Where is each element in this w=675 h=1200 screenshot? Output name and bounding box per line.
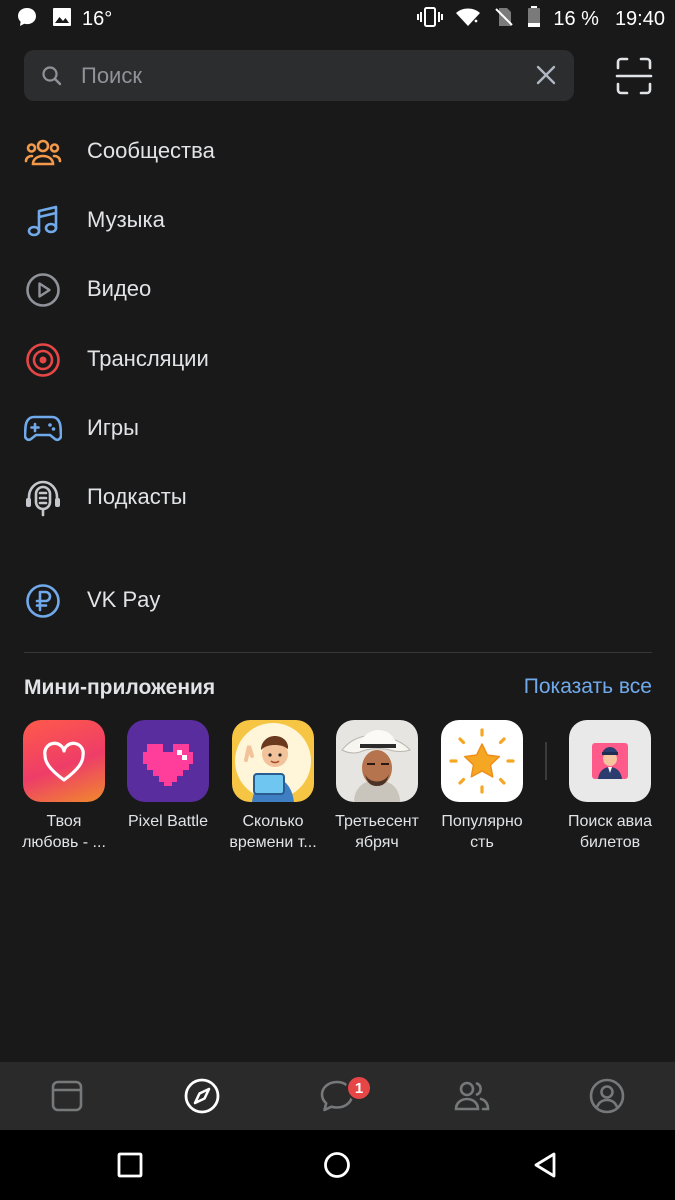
play-circle-icon	[24, 272, 62, 308]
mini-app-love[interactable]: Твоя любовь - ...	[12, 720, 116, 853]
vibrate-icon	[417, 6, 444, 33]
search-input[interactable]	[79, 56, 523, 96]
home-button[interactable]	[320, 1150, 354, 1184]
profile-icon[interactable]	[587, 1076, 627, 1116]
circle-icon	[323, 1151, 351, 1184]
pilot-icon	[569, 720, 651, 802]
menu-item-video[interactable]: Видео	[0, 258, 675, 320]
menu-item-vk-pay[interactable]: VK Pay	[0, 569, 675, 631]
podcast-icon	[24, 480, 62, 517]
heart-icon	[23, 720, 105, 802]
broadcast-icon	[24, 342, 62, 378]
menu-item-games[interactable]: Игры	[0, 397, 675, 459]
chat-notification-icon	[16, 6, 38, 33]
clock: 19:40	[614, 8, 665, 30]
battery-percent: 16 %	[553, 8, 599, 30]
mini-app-flights[interactable]: Поиск авиа билетов	[558, 720, 662, 853]
search-icon	[40, 64, 64, 93]
communities-icon	[24, 134, 62, 170]
wifi-icon	[455, 6, 481, 33]
menu-item-label: Видео	[87, 276, 152, 301]
mini-app-september[interactable]: Третьесент ябряч	[325, 720, 429, 853]
search-bar[interactable]	[24, 50, 574, 101]
square-icon	[117, 1152, 143, 1183]
menu-item-label: Трансляции	[87, 346, 209, 371]
system-nav-bar	[0, 1130, 675, 1200]
mini-app-label: Третьесент ябряч	[335, 813, 419, 851]
ruble-coin-icon	[24, 583, 62, 619]
no-sim-icon	[493, 6, 515, 33]
image-notification-icon	[52, 7, 72, 32]
explore-compass-icon[interactable]	[182, 1076, 222, 1116]
cartoon-boy-icon	[232, 720, 314, 802]
messages-badge: 1	[346, 1075, 372, 1101]
mini-app-label: Сколько времени т...	[229, 813, 317, 851]
friends-icon[interactable]	[452, 1076, 492, 1116]
qr-scan-button[interactable]	[612, 54, 656, 98]
mini-app-label: Pixel Battle	[127, 813, 209, 830]
battery-icon	[527, 6, 541, 33]
mini-apps-row: Твоя любовь - ... Pixel Battle Сколько в…	[0, 720, 675, 870]
menu-item-podcasts[interactable]: Подкасты	[0, 466, 675, 528]
star-icon	[441, 720, 523, 802]
pixel-heart-icon	[127, 720, 209, 802]
menu-item-communities[interactable]: Сообщества	[0, 120, 675, 182]
menu-item-label: Подкасты	[87, 484, 187, 509]
mini-app-pixel-battle[interactable]: Pixel Battle	[116, 720, 220, 832]
mini-app-popularity[interactable]: Популярно сть	[430, 720, 534, 853]
menu-item-music[interactable]: Музыка	[0, 189, 675, 251]
recent-apps-button[interactable]	[113, 1150, 147, 1184]
back-triangle-icon	[532, 1151, 558, 1184]
mini-app-label: Твоя любовь - ...	[22, 813, 106, 851]
temperature-text: 16°	[82, 8, 113, 30]
back-button[interactable]	[528, 1150, 562, 1184]
mini-apps-title: Мини-приложения	[24, 676, 216, 699]
apps-separator	[545, 742, 547, 780]
singer-photo-icon	[336, 720, 418, 802]
menu-item-label: Игры	[87, 415, 139, 440]
mini-app-label: Популярно сть	[441, 813, 523, 851]
status-bar: 16° 16 % 19:40	[0, 0, 675, 36]
show-all-link[interactable]: Показать все	[524, 675, 652, 699]
menu-item-label: VK Pay	[87, 587, 161, 612]
mini-app-time[interactable]: Сколько времени т...	[221, 720, 325, 853]
qr-scan-icon	[612, 57, 656, 102]
menu-item-label: Сообщества	[87, 138, 215, 163]
music-note-icon	[24, 203, 62, 239]
menu-item-broadcasts[interactable]: Трансляции	[0, 328, 675, 390]
bottom-tab-bar	[0, 1062, 675, 1130]
news-tab-icon[interactable]	[47, 1076, 87, 1116]
gamepad-icon	[24, 411, 62, 447]
section-divider	[24, 652, 652, 653]
clear-search-icon[interactable]	[534, 63, 558, 92]
menu-item-label: Музыка	[87, 207, 165, 232]
mini-app-label: Поиск авиа билетов	[567, 813, 652, 851]
